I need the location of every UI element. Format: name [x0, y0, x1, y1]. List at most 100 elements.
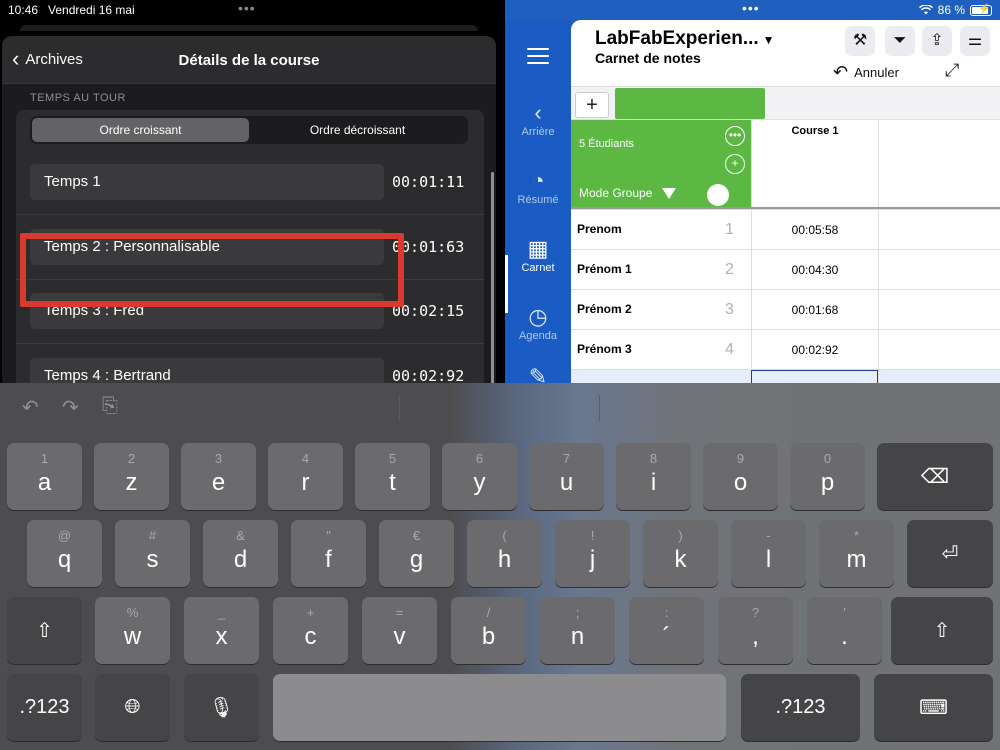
globe-key[interactable]: 🌐︎	[95, 674, 170, 741]
key-a[interactable]: 1a	[7, 443, 82, 510]
sidebar-item-summary[interactable]: ◔ Résumé	[505, 168, 571, 206]
key-k[interactable]: ) k	[643, 520, 718, 587]
sidebar-item-gradebook[interactable]: ▦ Carnet	[505, 236, 571, 274]
empty-cell[interactable]	[878, 250, 1000, 290]
add-student-icon[interactable]: +	[725, 154, 745, 174]
key-m[interactable]: * m	[819, 520, 894, 587]
chevron-left-icon: ‹	[534, 100, 542, 125]
lap-name-field[interactable]: Temps 1	[30, 164, 384, 200]
delete-key[interactable]: ⌫	[877, 443, 993, 510]
numbers-key-left[interactable]: .?123	[7, 674, 82, 741]
empty-cell[interactable]	[878, 330, 1000, 370]
segment-ascending[interactable]: Ordre croissant	[32, 118, 249, 142]
numbers-key-right[interactable]: .?123	[741, 674, 860, 741]
key-h[interactable]: (h	[467, 520, 542, 587]
table-row[interactable]	[571, 369, 1000, 383]
key-s[interactable]: # s	[115, 520, 190, 587]
student-name: Prenom	[577, 222, 622, 236]
key-c[interactable]: + c	[273, 597, 348, 664]
class-title-button[interactable]: LabFabExperien... ▼	[595, 28, 775, 50]
empty-cell[interactable]	[878, 290, 1000, 330]
shift-key-left[interactable]: ⇧	[7, 597, 82, 664]
group-mode-selector[interactable]: Mode Groupe	[579, 186, 677, 200]
key-t[interactable]: 5t	[355, 443, 430, 510]
return-key[interactable]: ⏎	[907, 520, 993, 587]
group-mode-toggle[interactable]	[707, 184, 729, 206]
group-tab[interactable]	[615, 88, 765, 119]
undo-button[interactable]: ↶ Annuler	[833, 62, 899, 83]
segment-descending[interactable]: Ordre décroissant	[249, 118, 466, 142]
key-char: o	[733, 469, 748, 496]
page-title: Détails de la course	[178, 52, 320, 69]
multitask-dots-right-icon[interactable]: •••	[742, 0, 760, 16]
key-d[interactable]: & d	[203, 520, 278, 587]
key-comma[interactable]: ?,	[718, 597, 793, 664]
scroll-indicator[interactable]	[491, 172, 494, 383]
multitask-dots-left-icon[interactable]: •••	[238, 0, 256, 16]
student-count: 5 Étudiants	[579, 138, 635, 150]
column-header[interactable]: Course 1	[751, 120, 878, 208]
key-l[interactable]: -l	[731, 520, 806, 587]
key-r[interactable]: 4r	[268, 443, 343, 510]
undo-icon: ↶	[833, 62, 849, 82]
key-x[interactable]: _ x	[184, 597, 259, 664]
key-v[interactable]: = v	[362, 597, 437, 664]
sidebar-item-label: Arrière	[521, 126, 555, 138]
key-n[interactable]: ; n	[540, 597, 615, 664]
key-period[interactable]: ′.	[807, 597, 882, 664]
sidebar-item-back[interactable]: ‹ Arrière	[505, 100, 571, 138]
key-alt-char: 5	[388, 451, 397, 466]
lap-name-field[interactable]: Temps 4 : Bertrand	[30, 358, 384, 383]
add-group-button[interactable]: +	[575, 92, 609, 118]
empty-cell[interactable]	[878, 210, 1000, 250]
column-header-empty[interactable]	[878, 120, 1000, 208]
table-row[interactable]: Prénom 2 3 00:01:68	[571, 289, 1000, 330]
key-z[interactable]: 2z	[94, 443, 169, 510]
filter-button[interactable]: ⏷	[885, 26, 915, 56]
table-row[interactable]: Prenom 1 00:05:58	[571, 209, 1000, 250]
key-o[interactable]: 9o	[703, 443, 778, 510]
table-row[interactable]: Prénom 1 2 00:04:30	[571, 249, 1000, 290]
key-i[interactable]: 8i	[616, 443, 691, 510]
on-screen-keyboard: ↶ ↷ ⎘ 1a 2z 3e 4r 5t 6y 7u 8i 9o 0p ⌫ @ q…	[0, 383, 1000, 750]
grade-cell[interactable]: 00:01:68	[751, 290, 878, 330]
expand-icon[interactable]: ⤢	[945, 60, 959, 81]
more-options-icon[interactable]: •••	[725, 126, 745, 146]
redo-icon[interactable]: ↷	[62, 395, 79, 420]
undo-icon[interactable]: ↶	[22, 395, 39, 420]
share-button[interactable]: ⇪	[922, 26, 952, 56]
key-p[interactable]: 0p	[790, 443, 865, 510]
hamburger-menu-icon[interactable]	[527, 48, 549, 69]
dismiss-keyboard-key[interactable]: ⌨	[874, 674, 993, 741]
key-j[interactable]: ! j	[555, 520, 630, 587]
settings-toggle-button[interactable]: ⚌	[960, 26, 990, 56]
key-g[interactable]: € g	[379, 520, 454, 587]
hammer-button[interactable]: ⚒	[845, 26, 875, 56]
sidebar-item-edit[interactable]: ✎	[505, 364, 571, 383]
key-e[interactable]: 3e	[181, 443, 256, 510]
grade-cell[interactable]: 00:05:58	[751, 210, 878, 250]
race-details-sheet: ‹ Archives Détails de la course TEMPS AU…	[2, 36, 496, 383]
key-char: x	[215, 623, 228, 650]
key-u[interactable]: 7u	[529, 443, 604, 510]
shift-key-right[interactable]: ⇧	[891, 597, 993, 664]
paste-icon[interactable]: ⎘	[102, 395, 118, 418]
key-q[interactable]: @ q	[27, 520, 102, 587]
key-f[interactable]: " f	[291, 520, 366, 587]
table-row[interactable]: Prénom 3 4 00:02:92	[571, 329, 1000, 370]
key-alt-char: =	[395, 605, 404, 620]
dictation-key[interactable]: 🎙︎	[184, 674, 259, 741]
key-b[interactable]: / b	[451, 597, 526, 664]
key-y[interactable]: 6y	[442, 443, 517, 510]
section-header: TEMPS AU TOUR	[30, 92, 126, 104]
space-bar[interactable]	[273, 674, 726, 741]
navigation-bar: ‹ Archives Détails de la course	[2, 36, 496, 84]
grade-cell[interactable]: 00:04:30	[751, 250, 878, 290]
return-icon: ⏎	[941, 543, 959, 565]
empty-cell[interactable]	[878, 370, 1000, 383]
key-acute[interactable]: : ´	[629, 597, 704, 664]
grade-cell[interactable]: 00:02:92	[751, 330, 878, 370]
key-w[interactable]: % w	[95, 597, 170, 664]
selected-grade-cell[interactable]	[751, 370, 878, 383]
sidebar-item-agenda[interactable]: ◷ Agenda	[505, 304, 571, 342]
